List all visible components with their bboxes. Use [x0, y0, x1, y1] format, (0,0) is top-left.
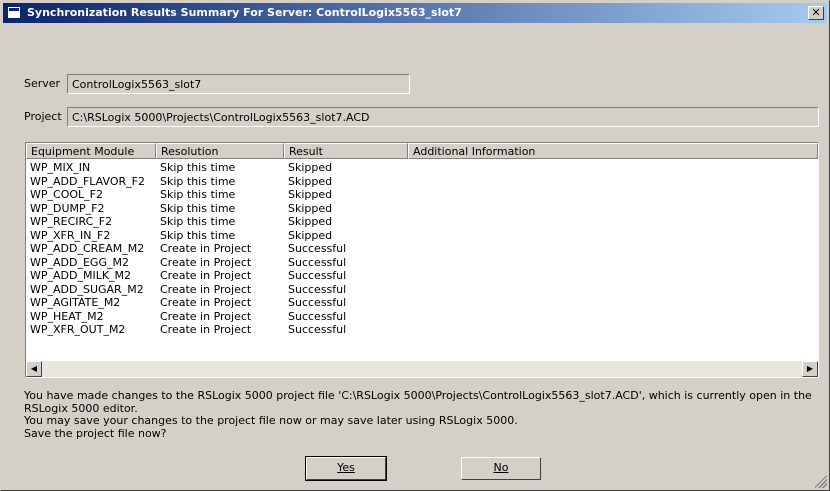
no-button[interactable]: No	[461, 457, 541, 480]
table-row[interactable]: WP_ADD_EGG_M2 Create in Project Successful	[26, 256, 818, 270]
cell-resolution: Create in Project	[160, 242, 252, 255]
table-row[interactable]: WP_XFR_IN_F2 Skip this time Skipped	[26, 229, 818, 243]
table-row[interactable]: WP_ADD_MILK_M2 Create in Project Successfu…	[26, 269, 818, 283]
close-button[interactable]: ✕	[808, 6, 824, 20]
project-label: Project	[24, 110, 62, 123]
cell-equipment-module: WP_XFR_IN_F2	[30, 228, 111, 242]
window-icon	[7, 6, 21, 19]
list-rows: WP_MIX_IN Skip this time Skipped WP_ADD_FLA…	[26, 161, 818, 337]
cell-result: Successful	[288, 269, 347, 282]
cell-result: Skipped	[288, 161, 333, 174]
cell-equipment-module: WP_COOL_F2	[30, 188, 103, 201]
cell-result: Skipped	[288, 188, 333, 201]
cell-equipment-module: WP_RECIRC_F2	[30, 215, 113, 228]
scroll-left-button[interactable]: ◀	[26, 361, 42, 377]
column-header-resolution[interactable]: Resolution	[156, 143, 284, 159]
table-row[interactable]: WP_HEAT_M2 Create in Project Successful	[26, 310, 818, 324]
table-row[interactable]: WP_COOL_F2 Skip this time Skipped	[26, 188, 818, 202]
cell-result: Successful	[288, 255, 347, 269]
save-prompt-message: You have made changes to the RSLogix 500…	[24, 389, 814, 440]
project-field: C:\RSLogix 5000\Projects\ControlLogix556…	[67, 107, 819, 127]
cell-resolution: Skip this time	[160, 201, 236, 215]
cell-equipment-module: WP_ADD_MILK_M2	[30, 269, 132, 282]
list-header: Equipment Module Resolution Result Addit…	[26, 143, 818, 159]
table-row[interactable]: WP_RECIRC_F2 Skip this time Skipped	[26, 215, 818, 229]
cell-resolution: Skip this time	[160, 228, 236, 242]
cell-resolution: Skip this time	[160, 161, 236, 174]
cell-resolution: Create in Project	[160, 309, 252, 323]
cell-result: Successful	[288, 296, 347, 309]
server-field: ControlLogix5563_slot7	[67, 74, 410, 94]
message-line-3: Save the project file now?	[24, 426, 167, 440]
cell-equipment-module: WP_ADD_EGG_M2	[30, 255, 129, 269]
cell-result: Skipped	[288, 201, 333, 215]
cell-resolution: Create in Project	[160, 255, 252, 269]
cell-result: Successful	[288, 323, 347, 336]
window-title: Synchronization Results Summary For Serv…	[27, 6, 462, 19]
cell-equipment-module: WP_ADD_CREAM_M2	[30, 242, 145, 255]
cell-resolution: Create in Project	[160, 282, 252, 296]
table-row[interactable]: WP_DUMP_F2 Skip this time Skipped	[26, 202, 818, 216]
cell-result: Successful	[288, 309, 347, 323]
cell-resolution: Create in Project	[160, 296, 252, 309]
scroll-right-button[interactable]: ▶	[802, 361, 818, 377]
sync-results-dialog: Synchronization Results Summary For Serv…	[0, 0, 830, 491]
server-label: Server	[24, 77, 61, 90]
cell-resolution: Create in Project	[160, 269, 252, 282]
cell-resolution: Skip this time	[160, 215, 236, 228]
yes-button[interactable]: Yes	[305, 456, 387, 481]
message-line-2: You may save your changes to the project…	[24, 414, 518, 427]
cell-equipment-module: WP_ADD_FLAVOR_F2	[30, 174, 145, 188]
cell-result: Successful	[288, 282, 347, 296]
cell-equipment-module: WP_ADD_SUGAR_M2	[30, 282, 144, 296]
cell-result: Skipped	[288, 174, 333, 188]
cell-equipment-module: WP_XFR_OUT_M2	[30, 323, 126, 336]
title-bar[interactable]: Synchronization Results Summary For Serv…	[3, 3, 827, 23]
cell-result: Skipped	[288, 215, 333, 228]
yes-button-label: Yes	[337, 461, 355, 474]
results-list[interactable]: Equipment Module Resolution Result Addit…	[25, 142, 819, 378]
no-button-label: No	[493, 461, 509, 474]
table-row[interactable]: WP_ADD_SUGAR_M2 Create in Project Successf…	[26, 283, 818, 297]
cell-equipment-module: WP_MIX_IN	[30, 161, 91, 174]
table-row[interactable]: WP_MIX_IN Skip this time Skipped	[26, 161, 818, 175]
column-header-result[interactable]: Result	[284, 143, 408, 159]
table-row[interactable]: WP_ADD_CREAM_M2 Create in Project Successf…	[26, 242, 818, 256]
cell-resolution: Skip this time	[160, 188, 236, 201]
column-header-additional-information[interactable]: Additional Information	[408, 143, 818, 159]
table-row[interactable]: WP_XFR_OUT_M2 Create in Project Successful	[26, 323, 818, 337]
cell-resolution: Skip this time	[160, 174, 236, 188]
cell-resolution: Create in Project	[160, 323, 252, 336]
horizontal-scrollbar[interactable]: ◀ ▶	[26, 361, 818, 377]
table-row[interactable]: WP_AGITATE_M2 Create in Project Successful	[26, 296, 818, 310]
message-line-1: You have made changes to the RSLogix 500…	[24, 389, 812, 415]
column-header-equipment-module[interactable]: Equipment Module	[26, 143, 156, 159]
cell-equipment-module: WP_AGITATE_M2	[30, 296, 121, 309]
cell-equipment-module: WP_DUMP_F2	[30, 201, 105, 215]
resize-grip[interactable]	[815, 476, 827, 488]
cell-result: Skipped	[288, 228, 333, 242]
cell-equipment-module: WP_HEAT_M2	[30, 309, 104, 323]
cell-result: Successful	[288, 242, 347, 255]
table-row[interactable]: WP_ADD_FLAVOR_F2 Skip this time Skipped	[26, 175, 818, 189]
